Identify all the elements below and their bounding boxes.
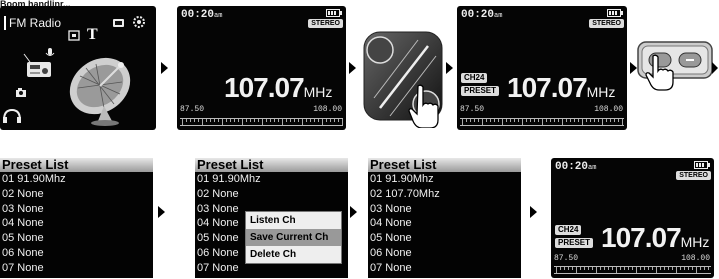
preset-list-screen: Preset List 01 91.90Mhz 02 107.70Mhz 03 …: [368, 158, 521, 278]
arrow-right-icon: [712, 62, 718, 74]
main-menu-screen: FM Radio T: [0, 6, 156, 130]
photo-icon[interactable]: [68, 30, 80, 41]
arrow-right-icon: [630, 62, 637, 74]
list-item[interactable]: 07 None: [368, 261, 521, 276]
tuning-scale: [460, 118, 624, 126]
list-item[interactable]: 04 None: [0, 216, 153, 231]
range-min: 87.50: [180, 105, 205, 114]
preset-button[interactable]: [648, 52, 672, 68]
list-item[interactable]: 04 None: [368, 216, 521, 231]
range-max: 108.00: [681, 254, 710, 263]
preset-list-screen: Preset List 01 91.90Mhz 02 None 03 None …: [195, 158, 348, 278]
list-item[interactable]: 07 None: [0, 261, 153, 276]
list-item[interactable]: 02 None: [0, 187, 153, 202]
preset-list-title: Preset List: [0, 158, 153, 172]
list-item[interactable]: 05 None: [368, 231, 521, 246]
clock: 00:20am: [461, 9, 503, 21]
range-max: 108.00: [313, 105, 342, 114]
menu-item-save-current-ch[interactable]: Save Current Ch: [246, 229, 341, 246]
list-item[interactable]: 06 None: [0, 246, 153, 261]
stereo-badge: STEREO: [676, 171, 711, 180]
settings-icon[interactable]: [133, 16, 145, 28]
range-max: 108.00: [594, 105, 623, 114]
arrow-right-icon: [446, 62, 453, 74]
tuning-scale: [554, 266, 711, 274]
finger-pointer-icon: [408, 84, 439, 128]
arrow-right-icon: [349, 62, 356, 74]
channel-badge: CH24: [555, 225, 582, 235]
list-item[interactable]: 02 None: [195, 187, 348, 202]
menu-item-listen-ch[interactable]: Listen Ch: [246, 212, 341, 229]
tuning-scale: [180, 118, 343, 126]
range-min: 87.50: [460, 105, 485, 114]
list-item[interactable]: 01 91.90Mhz: [0, 172, 153, 187]
radio-preset-screen: 00:20am STEREO CH24 PRESET 107.07MHz 87.…: [551, 158, 714, 278]
svg-text:T: T: [87, 26, 98, 43]
preset-list-screen: Preset List 01 91.90Mhz 02 None 03 None …: [0, 158, 153, 278]
stereo-badge: STEREO: [308, 19, 343, 28]
preset-list-title: Preset List: [368, 158, 521, 172]
frequency-display: 107.07MHz: [224, 72, 333, 103]
arrow-right-icon: [158, 206, 165, 218]
menu-item-delete-ch[interactable]: Delete Ch: [246, 246, 341, 263]
frequency-display: 107.07MHz: [601, 222, 710, 253]
frequency-display: 107.07MHz: [507, 72, 616, 103]
range-min: 87.50: [554, 254, 579, 263]
battery-icon: [694, 161, 710, 169]
list-item[interactable]: 03 None: [368, 202, 521, 217]
text-icon[interactable]: T: [87, 26, 98, 43]
battery-icon: [326, 9, 342, 17]
radio-icon[interactable]: [23, 53, 51, 77]
preset-badge: PRESET: [461, 86, 500, 96]
channel-badge: CH24: [461, 73, 488, 83]
headphones-icon[interactable]: [3, 108, 21, 123]
scroll-wheel-panel: [360, 28, 445, 128]
battery-icon: [607, 9, 623, 17]
clock: 00:20am: [181, 9, 223, 21]
context-menu: Listen Ch Save Current Ch Delete Ch: [245, 211, 342, 264]
microphone-icon[interactable]: [45, 48, 55, 56]
list-item[interactable]: 01 91.90Mhz: [195, 172, 348, 187]
menu-icons: T: [3, 16, 145, 126]
camera-icon[interactable]: [16, 88, 26, 97]
video-icon[interactable]: [113, 19, 124, 27]
list-item[interactable]: 03 None: [0, 202, 153, 217]
radio-screen: 00:20am STEREO 107.07MHz 87.50 108.00: [177, 6, 346, 130]
arrow-right-icon: [161, 62, 168, 74]
stereo-badge: STEREO: [589, 19, 624, 28]
list-item[interactable]: 02 107.70Mhz: [368, 187, 521, 202]
preset-list-title: Preset List: [195, 158, 348, 172]
arrow-right-icon: [350, 206, 357, 218]
satellite-dish-icon: [69, 57, 131, 126]
clock: 00:20am: [555, 161, 597, 173]
preset-badge: PRESET: [555, 238, 594, 248]
list-item[interactable]: 06 None: [368, 246, 521, 261]
side-buttons-panel: [637, 40, 713, 100]
arrow-right-icon: [530, 206, 537, 218]
list-item[interactable]: 01 91.90Mhz: [368, 172, 521, 187]
radio-preset-screen: 00:20am STEREO CH24 PRESET 107.07MHz 87.…: [457, 6, 627, 130]
list-item[interactable]: 05 None: [0, 231, 153, 246]
